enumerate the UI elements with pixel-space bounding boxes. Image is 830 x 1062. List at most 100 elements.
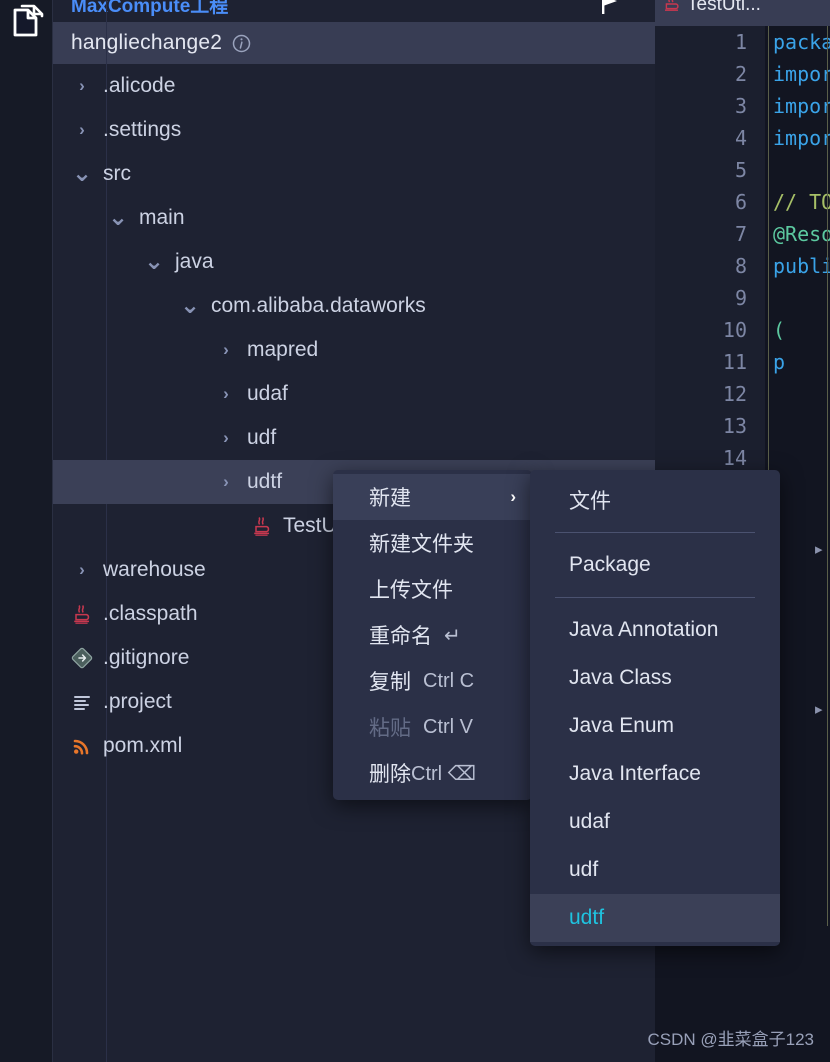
chevron-right-icon[interactable]: › xyxy=(215,340,237,360)
project-root-row[interactable]: hangliechange2 xyxy=(53,22,655,64)
submenu-item-java-class[interactable]: Java Class xyxy=(530,654,780,702)
context-menu-item-label: 新建文件夹 xyxy=(369,533,474,556)
xml-file-icon xyxy=(71,736,93,756)
explorer-title: MaxCompute工程 xyxy=(71,0,229,17)
context-menu-item-label: 重命名 xyxy=(369,625,432,648)
submenu-item-label: Java Class xyxy=(569,666,672,689)
editor-vertical-rule xyxy=(827,26,828,926)
tree-item-label: pom.xml xyxy=(103,734,183,757)
code-token: publi xyxy=(773,254,830,278)
submenu-item-java-annotation[interactable]: Java Annotation xyxy=(530,606,780,654)
submenu-item-java-interface[interactable]: Java Interface xyxy=(530,750,780,798)
code-line: impor xyxy=(769,90,830,122)
chevron-down-icon[interactable]: ⌄ xyxy=(143,250,165,274)
activity-bar xyxy=(0,0,53,1062)
context-menu-item-4[interactable]: 复制 Ctrl C xyxy=(333,658,532,704)
submenu-item-label: Java Annotation xyxy=(569,618,719,641)
context-menu-item-shortcut: Ctrl C xyxy=(423,669,475,692)
line-number: 3 xyxy=(734,94,747,118)
tree-item-main[interactable]: ⌄ main xyxy=(53,196,655,240)
line-number: 9 xyxy=(734,286,747,310)
code-line: ( xyxy=(769,314,830,346)
fold-arrow-icon[interactable]: ▸ xyxy=(815,540,823,558)
line-number: 8 xyxy=(734,254,747,278)
line-number: 10 xyxy=(722,318,747,342)
chevron-right-icon[interactable]: › xyxy=(71,120,93,140)
chevron-right-icon[interactable]: › xyxy=(71,560,93,580)
text-file-icon xyxy=(71,692,93,712)
context-menu-item-2[interactable]: 上传文件 xyxy=(333,566,532,612)
line-number: 5 xyxy=(734,158,747,182)
code-line: @Reso xyxy=(769,218,830,250)
tree-item-java[interactable]: ⌄ java xyxy=(53,240,655,284)
submenu-item-label: udtf xyxy=(569,906,605,929)
context-menu-item-shortcut: ↵ xyxy=(444,624,461,647)
submenu-item-java-enum[interactable]: Java Enum xyxy=(530,702,780,750)
tree-item-comalibabadataworks[interactable]: ⌄ com.alibaba.dataworks xyxy=(53,284,655,328)
context-menu-item-label: 上传文件 xyxy=(369,579,453,602)
tree-item-label: warehouse xyxy=(103,558,206,581)
code-line: impor xyxy=(769,122,830,154)
context-menu-item-label: 粘贴 xyxy=(369,717,411,740)
chevron-right-icon[interactable]: › xyxy=(215,472,237,492)
chevron-down-icon[interactable]: ⌄ xyxy=(107,206,129,230)
editor-code-area[interactable]: packa impor impor impor // TO @Reso publi (p xyxy=(768,26,830,499)
files-explorer-icon[interactable] xyxy=(8,2,48,42)
context-menu-item-6[interactable]: 删除 Ctrl ⌫ xyxy=(333,750,532,796)
editor-tab[interactable]: TestUti... xyxy=(655,0,830,26)
submenu-item-label: udaf xyxy=(569,810,610,833)
submenu-separator xyxy=(555,597,755,598)
new-file-submenu: 文件 Package Java Annotation Java Class Java E… xyxy=(530,470,780,946)
submenu-item-udf[interactable]: udf xyxy=(530,846,780,894)
tree-item-label: src xyxy=(103,162,131,185)
tree-item-mapred[interactable]: › mapred xyxy=(53,328,655,372)
chevron-right-icon[interactable]: › xyxy=(215,384,237,404)
tree-item-label: .classpath xyxy=(103,602,198,625)
context-menu-item-label: 复制 xyxy=(369,671,411,694)
line-number: 2 xyxy=(734,62,747,86)
fold-arrow-icon-2[interactable]: ▸ xyxy=(815,700,823,718)
git-file-icon xyxy=(71,647,93,669)
submenu-item-文件[interactable]: 文件 xyxy=(530,476,780,524)
code-token: impor xyxy=(773,94,830,118)
app-root: MaxCompute工程 hangliechange2 › .alicode › .s… xyxy=(0,0,830,1062)
flag-icon[interactable] xyxy=(597,0,623,22)
submenu-item-udaf[interactable]: udaf xyxy=(530,798,780,846)
submenu-item-package[interactable]: Package xyxy=(530,541,780,589)
chevron-down-icon[interactable]: ⌄ xyxy=(71,162,93,186)
context-menu-item-0[interactable]: 新建 › xyxy=(333,474,532,520)
line-number: 6 xyxy=(734,190,747,214)
line-number: 1 xyxy=(734,30,747,54)
context-menu-item-1[interactable]: 新建文件夹 xyxy=(333,520,532,566)
tree-item-src[interactable]: ⌄ src xyxy=(53,152,655,196)
context-menu-item-label: 删除 xyxy=(369,763,411,786)
context-menu-item-3[interactable]: 重命名 ↵ xyxy=(333,612,532,658)
tree-item-udf[interactable]: › udf xyxy=(53,416,655,460)
tree-item-label: mapred xyxy=(247,338,319,361)
submenu-item-label: udf xyxy=(569,858,599,881)
watermark: CSDN @韭菜盒子123 xyxy=(647,1030,814,1049)
code-line: publi xyxy=(769,250,830,282)
java-file-icon xyxy=(251,515,273,537)
tree-item-settings[interactable]: › .settings xyxy=(53,108,655,152)
code-token: packa xyxy=(773,30,830,54)
submenu-item-udtf[interactable]: udtf xyxy=(530,894,780,942)
chevron-right-icon[interactable]: › xyxy=(215,428,237,448)
line-number: 12 xyxy=(722,382,747,406)
tree-item-label: udf xyxy=(247,426,277,449)
line-number: 7 xyxy=(734,222,747,246)
chevron-down-icon[interactable]: ⌄ xyxy=(179,294,201,318)
submenu-item-label: Package xyxy=(569,553,651,576)
tree-item-udaf[interactable]: › udaf xyxy=(53,372,655,416)
chevron-right-icon[interactable]: › xyxy=(71,76,93,96)
code-token: ( xyxy=(773,318,786,342)
code-token: impor xyxy=(773,126,830,150)
code-token: impor xyxy=(773,62,830,86)
info-circle-icon[interactable] xyxy=(232,34,251,53)
tree-item-alicode[interactable]: › .alicode xyxy=(53,64,655,108)
line-number: 11 xyxy=(722,350,747,374)
